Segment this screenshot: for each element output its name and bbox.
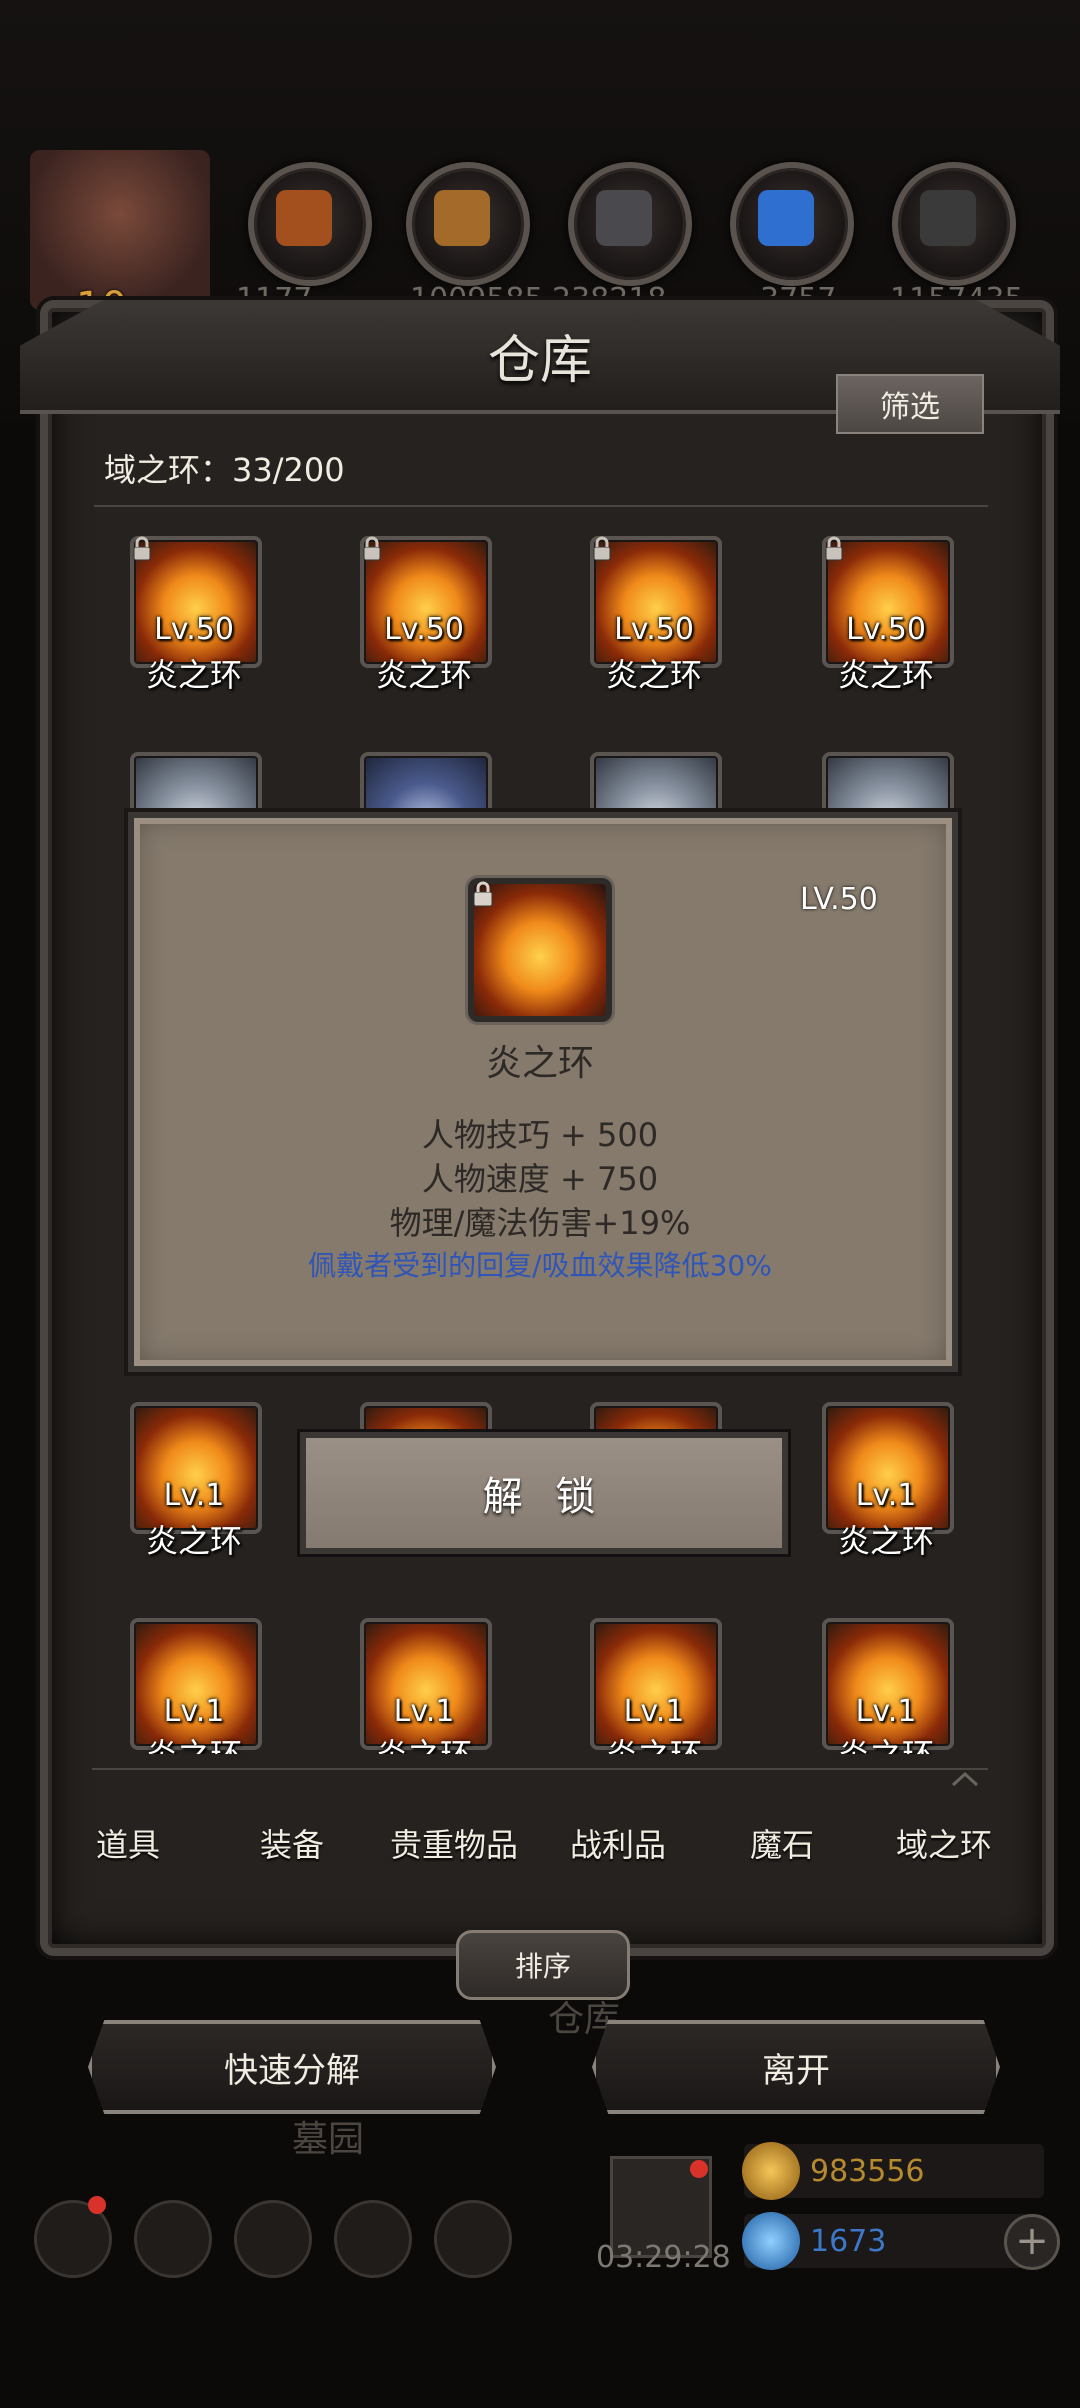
divider (92, 1768, 988, 1770)
chevron-up-icon (951, 1771, 979, 1787)
iron-resource-icon[interactable] (568, 162, 692, 286)
star-icon[interactable] (134, 2200, 212, 2278)
item-level: Lv.1 (623, 1694, 685, 1729)
stat-line: 物理/魔法伤害+19% (389, 1204, 691, 1242)
crystal-resource-icon[interactable] (730, 162, 854, 286)
gem-amount: 1673 (810, 2224, 887, 2259)
lock-icon (593, 536, 611, 561)
lock-icon (363, 536, 381, 561)
stat-line: 人物速度 + 750 (421, 1160, 659, 1198)
item-name: 炎之环 (837, 1522, 934, 1560)
tab-equipment[interactable]: 装备 (260, 1820, 324, 1866)
item-name: 炎之环 (564, 1730, 744, 1754)
quick-decompose-button[interactable]: 快速分解 (88, 2020, 496, 2114)
lock-icon (825, 536, 843, 561)
item-name: 炎之环 (104, 1730, 284, 1754)
notification-dot (88, 2196, 106, 2214)
item-level: Lv.1 (163, 1694, 225, 1729)
tab-domain-ring[interactable]: 域之环 (896, 1820, 992, 1866)
lock-icon (473, 881, 493, 907)
event-timer: 03:29:28 (596, 2240, 731, 2275)
item-level: Lv.50 (154, 612, 234, 647)
wood-resource-icon[interactable] (406, 162, 530, 286)
lock-icon (133, 536, 151, 561)
item-name: 炎之环 (375, 656, 472, 694)
gold-coin-icon (742, 2142, 800, 2200)
item-level: Lv.50 (384, 612, 464, 647)
mail-icon[interactable] (334, 2200, 412, 2278)
ring-slot[interactable] (822, 1402, 954, 1534)
notification-dot (690, 2160, 708, 2178)
graveyard-label: 墓园 (292, 2119, 365, 2160)
item-name: 炎之环 (145, 656, 242, 694)
tab-loot[interactable]: 战利品 (570, 1820, 666, 1866)
item-level: Lv.50 (614, 612, 694, 647)
item-level: Lv.50 (846, 612, 926, 647)
ring-slot[interactable] (130, 1402, 262, 1534)
divider (94, 505, 988, 507)
item-name: 炎之环 (837, 656, 934, 694)
item-level: Lv.1 (855, 1478, 917, 1513)
tab-items[interactable]: 道具 (96, 1820, 160, 1866)
item-level: Lv.1 (855, 1694, 917, 1729)
item-level: Lv.1 (163, 1478, 225, 1513)
gold-amount: 983556 (810, 2154, 925, 2189)
item-count: 域之环：33/200 (104, 451, 345, 489)
stone-resource-icon[interactable] (892, 162, 1016, 286)
tab-magic-stone[interactable]: 魔石 (750, 1820, 814, 1866)
add-gems-icon[interactable]: + (1004, 2214, 1060, 2270)
item-name: 炎之环 (605, 656, 702, 694)
item-name: 炎之环 (145, 1522, 242, 1560)
panel-title: 仓库 (487, 331, 592, 391)
popup-item-name: 炎之环 (485, 1043, 594, 1084)
tab-valuables[interactable]: 贵重物品 (390, 1820, 518, 1866)
stat-line: 人物技巧 + 500 (421, 1116, 659, 1154)
popup-level: LV.50 (800, 882, 878, 917)
item-name: 炎之环 (796, 1730, 976, 1754)
gift-box-icon[interactable] (434, 2200, 512, 2278)
special-effect-text: 佩戴者受到的回复/吸血效果降低30% (308, 1249, 772, 1282)
castle-icon[interactable] (234, 2200, 312, 2278)
leave-button[interactable]: 离开 (592, 2020, 1000, 2114)
unlock-button[interactable]: 解 锁 (300, 1432, 788, 1554)
item-name: 炎之环 (334, 1730, 514, 1754)
meat-resource-icon[interactable] (248, 162, 372, 286)
item-level: Lv.1 (393, 1694, 455, 1729)
gem-icon (742, 2212, 800, 2270)
filter-button[interactable]: 筛选 (836, 374, 984, 434)
